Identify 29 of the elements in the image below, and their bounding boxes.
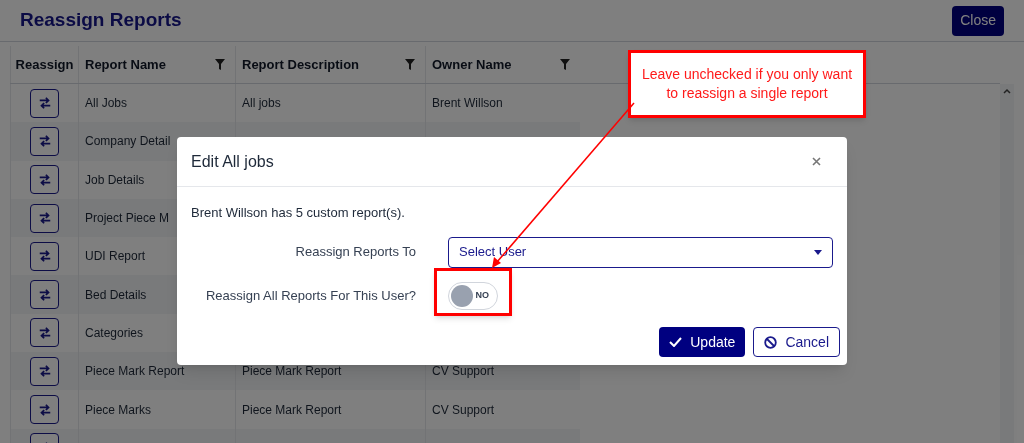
table-cell-text: UDI Report — [85, 248, 146, 266]
update-button[interactable]: Update — [659, 327, 746, 357]
table-cell-text: Piece Marks — [85, 401, 152, 419]
dialog-title: Edit All jobs — [191, 151, 274, 172]
field-label: Reassign All Reports For This User? — [206, 286, 416, 305]
column-header: Report Description — [242, 55, 359, 74]
page-title: Reassign Reports — [20, 8, 182, 33]
table-cell-text: CV Support — [432, 401, 495, 419]
close-button[interactable]: Close — [952, 5, 1004, 36]
field-label: Reassign Reports To — [295, 243, 416, 262]
column-header: Owner Name — [432, 55, 512, 74]
column-header: Report Name — [85, 55, 166, 74]
toggle-switch[interactable]: NO — [448, 281, 498, 310]
cancel-button[interactable]: Cancel — [753, 327, 840, 357]
table-cell-text: Bed Details — [85, 286, 147, 304]
table-cell-text: Job Details — [85, 171, 145, 189]
table-cell-text: Brent Willson — [432, 95, 503, 113]
callout-text: Leave unchecked if you only want to reassign a single report — [640, 65, 854, 103]
table-cell-text: CV Support — [432, 363, 495, 381]
table-cell-text: Categories — [85, 324, 144, 342]
table-cell-text: All Jobs — [85, 95, 128, 113]
table-cell-text: All jobs — [242, 95, 281, 113]
table-cell-text: Piece Mark Report — [85, 363, 185, 381]
table-cell-text: Piece Mark Report — [242, 363, 342, 381]
table-cell-text: Piece Mark Report — [242, 401, 342, 419]
table-cell-text: Company Detail — [85, 133, 171, 151]
column-header: Reassign — [15, 55, 74, 74]
dialog-message: Brent Willson has 5 custom report(s). — [191, 204, 406, 222]
table-cell-text: Project Piece M — [85, 210, 170, 228]
